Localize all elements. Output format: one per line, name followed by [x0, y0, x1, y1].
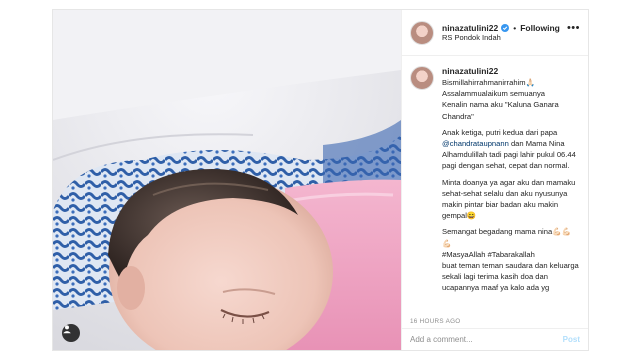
caption-text: Bismillahirrahmanirrahim🙏🏻 Assalammualai…: [442, 77, 580, 294]
caption-line: Kenalin nama aku "Kaluna Ganara Chandra": [442, 100, 559, 121]
post-photo[interactable]: [53, 10, 401, 350]
instagram-post: ninazatulini22 • Following RS Pondok Ind…: [52, 9, 589, 351]
user-tag-icon: [63, 325, 71, 334]
post-comment-button[interactable]: Post: [563, 335, 580, 344]
caption-line: Anak ketiga, putri kedua dari papa: [442, 127, 558, 137]
header-separator: •: [513, 22, 517, 33]
post-location[interactable]: RS Pondok Indah: [442, 33, 560, 42]
header-row: ninazatulini22 • Following: [442, 23, 560, 34]
caption-line: Minta doanya ya agar aku dan mamaku seha…: [442, 177, 576, 221]
baby-photo-image: [53, 10, 401, 350]
caption-line: buat teman teman saudara dan keluarga se…: [442, 261, 579, 293]
verified-badge-icon: [501, 23, 510, 32]
author-username[interactable]: ninazatulini22: [442, 23, 498, 34]
comment-bar: Post: [402, 328, 588, 350]
caption-paragraph: Anak ketiga, putri kedua dari papa @chan…: [442, 127, 580, 172]
post-side-panel: ninazatulini22 • Following RS Pondok Ind…: [401, 10, 588, 350]
caption-body: ninazatulini22 Bismillahirrahmanirrahim🙏…: [442, 66, 580, 312]
caption-line: Bismillahirrahmanirrahim🙏🏻: [442, 78, 536, 87]
caption-username[interactable]: ninazatulini22: [442, 66, 580, 76]
more-options-icon[interactable]: •••: [567, 23, 580, 34]
caption-avatar[interactable]: [410, 66, 434, 90]
post-timestamp[interactable]: 16 HOURS AGO: [410, 318, 461, 325]
hashtag-line[interactable]: #MasyaAllah #Tabarakallah: [442, 249, 580, 260]
following-button[interactable]: Following: [520, 23, 560, 34]
caption-area: ninazatulini22 Bismillahirrahmanirrahim🙏…: [402, 60, 588, 312]
mention-link[interactable]: @chandrataupnann: [442, 139, 509, 148]
header-text: ninazatulini22 • Following RS Pondok Ind…: [442, 23, 560, 43]
caption-line: Semangat begadang mama nina💪🏻💪🏻💪🏻: [442, 227, 572, 248]
caption-line: Assalammualaikum semuanya: [442, 89, 545, 99]
tagged-users-button[interactable]: [62, 324, 80, 342]
comment-input[interactable]: [410, 335, 563, 344]
post-header: ninazatulini22 • Following RS Pondok Ind…: [402, 10, 588, 56]
author-avatar[interactable]: [410, 20, 434, 45]
